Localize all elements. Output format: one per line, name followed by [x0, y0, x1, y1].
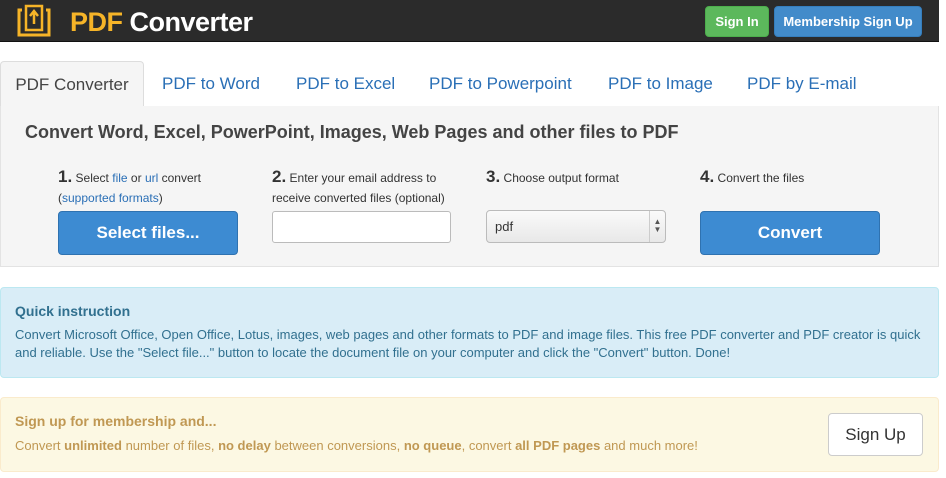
tab-pdf-to-powerpoint[interactable]: PDF to Powerpoint: [429, 61, 572, 107]
signup-strong-1: unlimited: [64, 438, 122, 453]
tab-pdf-to-image[interactable]: PDF to Image: [608, 61, 713, 107]
tab-pdf-to-excel[interactable]: PDF to Excel: [296, 61, 395, 107]
signup-strong-2: no delay: [218, 438, 271, 453]
sign-in-button[interactable]: Sign In: [705, 6, 769, 37]
paren-close: ): [158, 191, 163, 205]
top-navbar: PDF Converter Sign In Membership Sign Up: [0, 0, 939, 42]
step-4-text: 4. Convert the files: [700, 167, 900, 188]
step-2-number: 2.: [272, 167, 287, 186]
sign-up-button[interactable]: Sign Up: [828, 413, 923, 456]
step-4-number: 4.: [700, 167, 715, 186]
brand-pdf: PDF: [70, 7, 123, 37]
select-arrows-icon: ▲ ▼: [649, 211, 665, 242]
upload-document-icon[interactable]: [16, 4, 52, 38]
brand-title[interactable]: PDF Converter: [70, 6, 253, 38]
step-1-or: or: [130, 171, 142, 185]
output-format-select[interactable]: pdf ▲ ▼: [486, 210, 666, 243]
membership-signup-button[interactable]: Membership Sign Up: [774, 6, 922, 37]
signup-body: Convert unlimited number of files, no de…: [15, 437, 698, 455]
output-format-value: pdf: [495, 219, 514, 234]
tab-pdf-by-email[interactable]: PDF by E-mail: [747, 61, 857, 107]
file-link[interactable]: file: [112, 171, 127, 185]
tab-bar: PDF Converter PDF to Word PDF to Excel P…: [0, 61, 939, 108]
step-1-number: 1.: [58, 167, 73, 186]
url-link[interactable]: url: [145, 171, 158, 185]
step-4-label: Convert the files: [717, 171, 805, 185]
quick-instruction-title: Quick instruction: [15, 303, 131, 319]
signup-strong-4: all PDF pages: [515, 438, 601, 453]
tab-pdf-converter[interactable]: PDF Converter: [0, 61, 144, 108]
convert-button[interactable]: Convert: [700, 211, 880, 255]
converter-title: Convert Word, Excel, PowerPoint, Images,…: [25, 122, 679, 142]
signup-text-2: number of files,: [125, 438, 215, 453]
signup-text-4: , convert: [461, 438, 512, 453]
select-files-button[interactable]: Select files...: [58, 211, 238, 255]
step-1-pre: Select: [75, 171, 109, 185]
signup-strong-3: no queue: [403, 438, 462, 453]
quick-instruction-body: Convert Microsoft Office, Open Office, L…: [15, 327, 921, 360]
step-1-post: convert: [161, 171, 201, 185]
step-3-number: 3.: [486, 167, 501, 186]
brand-converter: Converter: [129, 7, 254, 37]
step-2-label: Enter your email address to receive conv…: [272, 171, 445, 205]
supported-formats-link[interactable]: supported formats: [62, 191, 159, 205]
step-2-text: 2. Enter your email address to receive c…: [272, 167, 462, 208]
step-3-label: Choose output format: [503, 171, 619, 185]
signup-text-3: between conversions,: [274, 438, 401, 453]
tab-pdf-to-word[interactable]: PDF to Word: [162, 61, 260, 107]
signup-title: Sign up for membership and...: [15, 413, 217, 429]
signup-text-5: and much more!: [603, 438, 698, 453]
step-1-text: 1. Select file or url convert (supported…: [58, 167, 248, 208]
email-field[interactable]: [272, 211, 451, 243]
signup-box: [0, 397, 939, 472]
signup-text-1: Convert: [15, 438, 61, 453]
step-3-text: 3. Choose output format: [486, 167, 686, 188]
